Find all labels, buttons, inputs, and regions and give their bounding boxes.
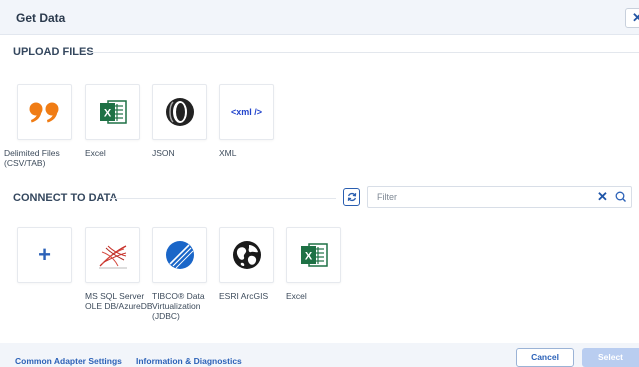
- connect-tile-add[interactable]: +: [17, 227, 72, 283]
- excel-icon: X: [99, 100, 127, 124]
- plus-icon: +: [38, 242, 51, 267]
- quote-icon: [29, 102, 58, 123]
- dialog-titlebar: Get Data ✕: [0, 0, 639, 35]
- cancel-button[interactable]: Cancel: [516, 348, 574, 367]
- dialog-title: Get Data: [16, 11, 66, 25]
- get-data-dialog: Get Data ✕ UPLOAD FILES Delimited Files …: [0, 0, 639, 367]
- connect-to-data-divider: [110, 198, 336, 199]
- select-button[interactable]: Select: [582, 348, 639, 367]
- close-icon: ✕: [632, 10, 639, 25]
- close-button[interactable]: ✕: [625, 8, 639, 28]
- connect-tile-ms-sql-server[interactable]: [85, 227, 140, 283]
- upload-tile-json-label: JSON: [152, 148, 175, 158]
- filter-input[interactable]: [367, 186, 632, 208]
- upload-files-divider: [86, 52, 639, 53]
- upload-tile-excel[interactable]: X: [85, 84, 140, 140]
- information-diagnostics-link[interactable]: Information & Diagnostics: [136, 356, 242, 366]
- connect-tile-ms-sql-server-label: MS SQL Server OLE DB/AzureDB: [85, 291, 153, 311]
- clear-filter-icon[interactable]: ✕: [597, 190, 609, 204]
- refresh-button[interactable]: [343, 188, 360, 206]
- upload-tile-excel-label: Excel: [85, 148, 106, 158]
- upload-tile-xml[interactable]: <xml />: [219, 84, 274, 140]
- svg-text:X: X: [103, 108, 111, 120]
- connect-to-data-header: CONNECT TO DATA: [13, 192, 118, 204]
- tibco-icon: [165, 241, 194, 269]
- upload-files-header: UPLOAD FILES: [13, 46, 94, 58]
- connect-tile-esri-arcgis-label: ESRI ArcGIS: [219, 291, 269, 301]
- globe-icon: [232, 241, 261, 269]
- upload-tile-json[interactable]: [152, 84, 207, 140]
- svg-text:X: X: [304, 251, 312, 263]
- connect-tile-excel-label: Excel: [286, 291, 307, 301]
- refresh-icon: [347, 192, 356, 202]
- upload-tile-delimited-files[interactable]: [17, 84, 72, 140]
- upload-tile-delimited-files-label: Delimited Files (CSV/TAB): [4, 148, 60, 168]
- connect-tile-esri-arcgis[interactable]: [219, 227, 274, 283]
- sql-server-icon: [98, 245, 127, 269]
- search-icon[interactable]: [614, 190, 628, 204]
- excel-icon: X: [300, 243, 328, 267]
- xml-icon: <xml />: [230, 107, 263, 117]
- json-icon: [165, 98, 194, 126]
- common-adapter-settings-link[interactable]: Common Adapter Settings: [15, 356, 122, 366]
- connect-tile-tibco[interactable]: [152, 227, 207, 283]
- connect-tile-excel[interactable]: X: [286, 227, 341, 283]
- connect-tile-tibco-label: TIBCO® Data Virtualization (JDBC): [152, 291, 205, 321]
- upload-tile-xml-label: XML: [219, 148, 237, 158]
